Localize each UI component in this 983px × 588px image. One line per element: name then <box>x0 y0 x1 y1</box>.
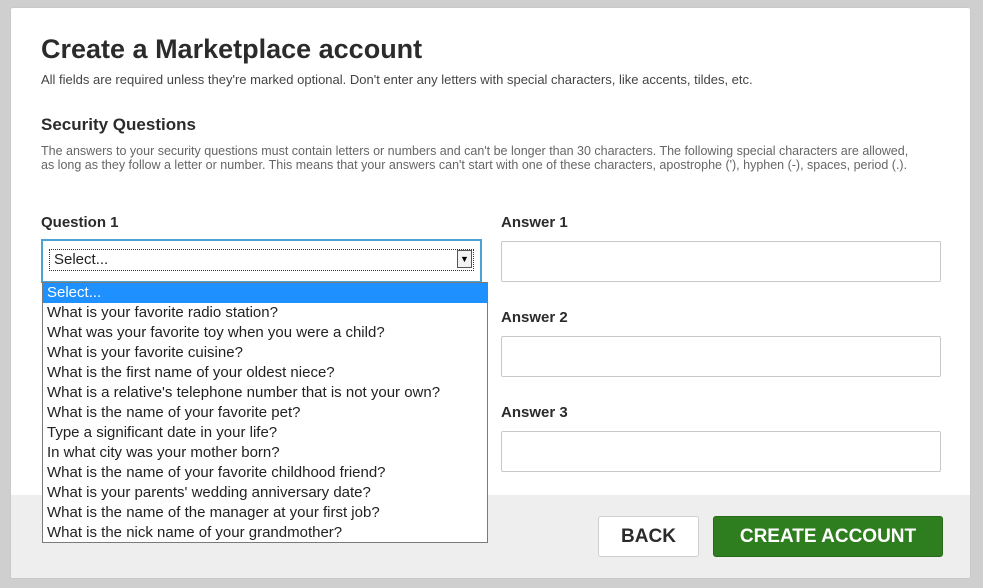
question1-label: Question 1 <box>41 214 119 231</box>
create-account-button[interactable]: CREATE ACCOUNT <box>713 516 943 557</box>
dropdown-option[interactable]: Select... <box>43 283 487 303</box>
dropdown-option[interactable]: Type a significant date in your life? <box>43 423 487 443</box>
dropdown-option[interactable]: What is your favorite radio station? <box>43 303 487 323</box>
dropdown-option[interactable]: What is the nick name of your grandmothe… <box>43 523 487 542</box>
question1-select[interactable]: Select... ▼ <box>41 239 482 283</box>
dropdown-option[interactable]: What is the name of your favorite pet? <box>43 403 487 423</box>
chevron-down-icon[interactable]: ▼ <box>457 250 472 268</box>
answer3-label: Answer 3 <box>501 404 568 421</box>
dropdown-option[interactable]: What is the name of the manager at your … <box>43 503 487 523</box>
dropdown-option[interactable]: What is your favorite cuisine? <box>43 343 487 363</box>
answer1-input[interactable] <box>501 241 941 282</box>
answer1-label: Answer 1 <box>501 214 568 231</box>
section-title: Security Questions <box>41 115 196 134</box>
dropdown-option[interactable]: What is the name of your favorite childh… <box>43 463 487 483</box>
question1-dropdown-list[interactable]: Select... What is your favorite radio st… <box>42 282 488 543</box>
back-button[interactable]: BACK <box>598 516 699 557</box>
question1-select-value[interactable]: Select... <box>49 249 474 271</box>
page-title: Create a Marketplace account <box>41 34 423 64</box>
dropdown-option[interactable]: What is the first name of your oldest ni… <box>43 363 487 383</box>
answer2-input[interactable] <box>501 336 941 377</box>
dropdown-option[interactable]: What is your parents' wedding anniversar… <box>43 483 487 503</box>
dropdown-option[interactable]: What was your favorite toy when you were… <box>43 323 487 343</box>
answer2-label: Answer 2 <box>501 309 568 326</box>
answer3-input[interactable] <box>501 431 941 472</box>
dropdown-option[interactable]: In what city was your mother born? <box>43 443 487 463</box>
section-description: The answers to your security questions m… <box>41 144 909 172</box>
intro-text: All fields are required unless they're m… <box>41 72 753 87</box>
dropdown-option[interactable]: What is a relative's telephone number th… <box>43 383 487 403</box>
